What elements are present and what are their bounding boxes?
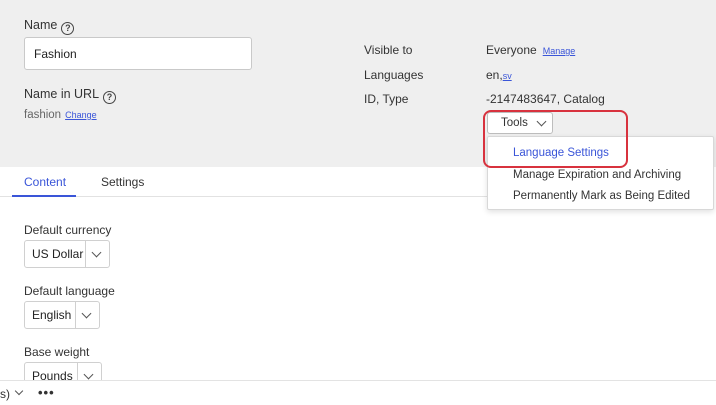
languages-label: Languages bbox=[364, 68, 424, 82]
bottom-partial-dropdown[interactable]: s) bbox=[0, 386, 24, 401]
active-tab-indicator bbox=[12, 195, 76, 197]
url-name-label: Name in URL? bbox=[24, 87, 117, 104]
language-sv-link[interactable]: sv bbox=[503, 71, 512, 81]
chevron-down-icon bbox=[81, 308, 92, 319]
chevron-down-icon bbox=[83, 369, 94, 380]
menu-item-mark-being-edited[interactable]: Permanently Mark as Being Edited bbox=[513, 190, 690, 202]
default-currency-select[interactable]: US Dollar bbox=[24, 240, 110, 268]
tab-settings[interactable]: Settings bbox=[101, 175, 144, 189]
url-name-value: fashion Change bbox=[24, 109, 97, 121]
change-url-link[interactable]: Change bbox=[65, 110, 97, 120]
manage-visibility-link[interactable]: Manage bbox=[543, 46, 576, 56]
chevron-down-icon bbox=[14, 386, 24, 396]
tab-bar: Content Settings bbox=[0, 167, 488, 197]
more-options-icon[interactable]: ••• bbox=[38, 385, 55, 400]
tab-content[interactable]: Content bbox=[24, 175, 66, 189]
bottom-toolbar: s) ••• bbox=[0, 380, 716, 405]
visible-to-value: Everyone Manage bbox=[486, 43, 576, 57]
default-language-select[interactable]: English bbox=[24, 301, 100, 329]
menu-item-language-settings[interactable]: Language Settings bbox=[513, 147, 609, 159]
base-weight-label: Base weight bbox=[24, 345, 90, 359]
chevron-down-icon bbox=[536, 116, 547, 127]
tools-menu: Language Settings Manage Expiration and … bbox=[487, 136, 714, 210]
default-language-label: Default language bbox=[24, 284, 115, 298]
id-type-value: -2147483647, Catalog bbox=[486, 92, 605, 106]
name-label: Name? bbox=[24, 18, 75, 35]
default-currency-label: Default currency bbox=[24, 223, 112, 237]
help-icon[interactable]: ? bbox=[61, 22, 75, 35]
id-type-label: ID, Type bbox=[364, 92, 409, 106]
menu-item-manage-expiration[interactable]: Manage Expiration and Archiving bbox=[513, 169, 681, 181]
tools-dropdown-button[interactable]: Tools bbox=[487, 112, 553, 134]
visible-to-label: Visible to bbox=[364, 43, 413, 57]
help-icon[interactable]: ? bbox=[103, 91, 117, 104]
chevron-down-icon bbox=[91, 247, 102, 258]
languages-value: en,sv bbox=[486, 68, 512, 82]
name-input[interactable] bbox=[24, 37, 252, 70]
